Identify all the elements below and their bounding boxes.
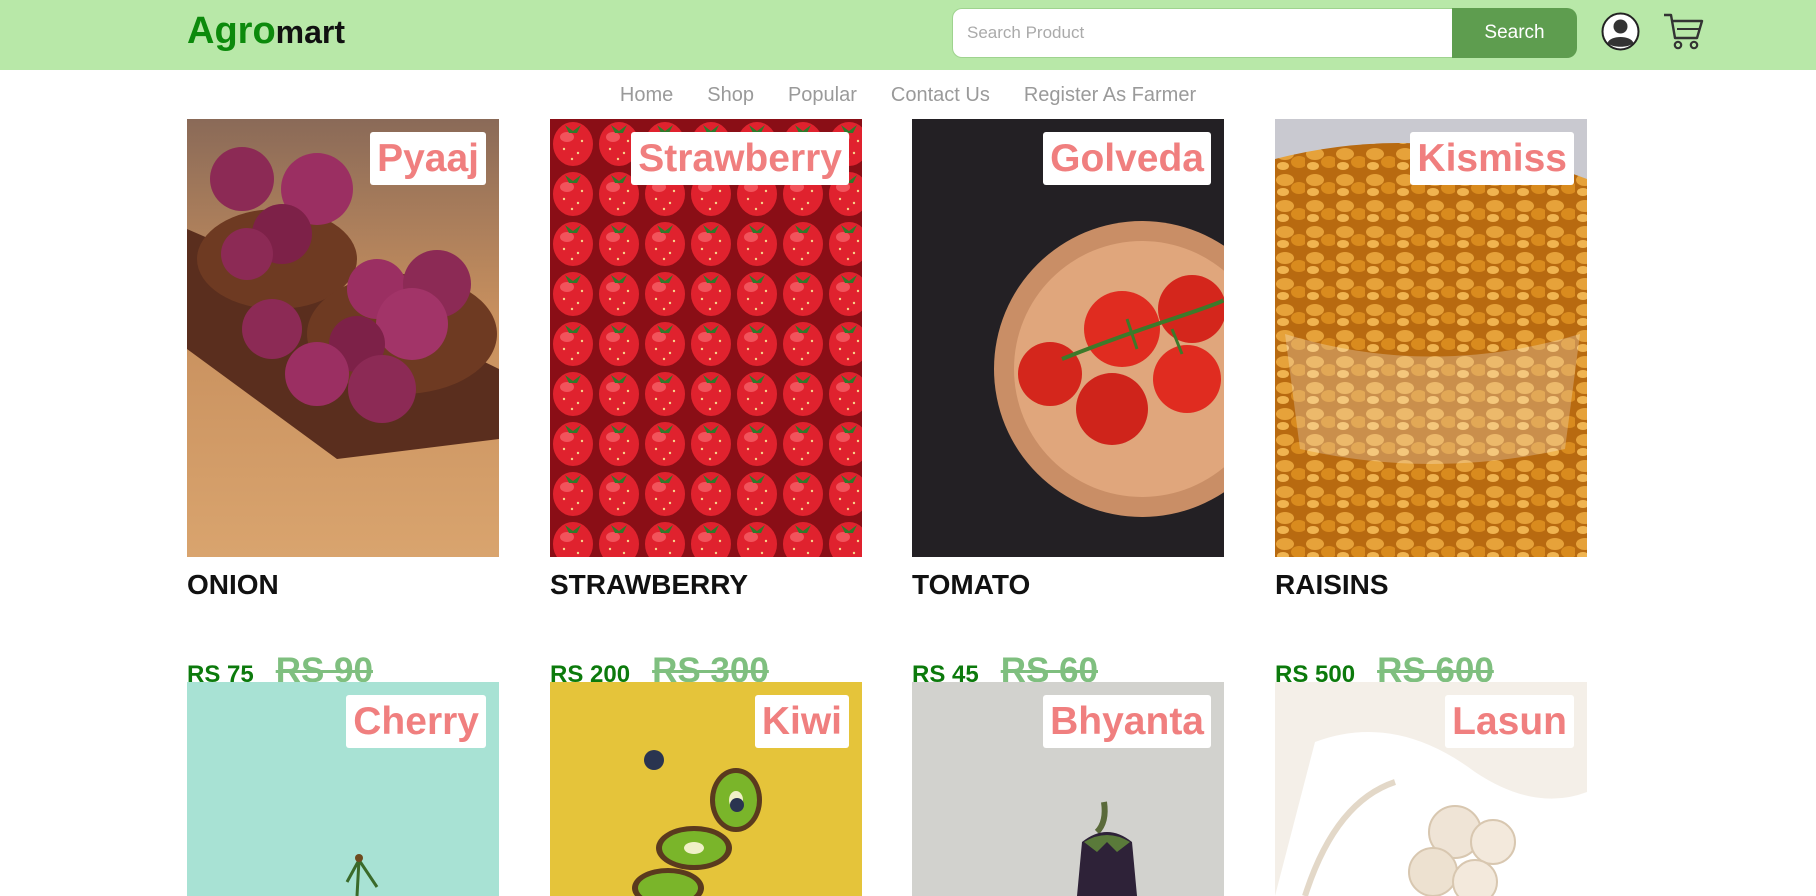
logo-mart: mart	[275, 14, 346, 50]
product-tag-onion: Pyaaj	[370, 132, 486, 185]
product-name-onion[interactable]: ONION	[187, 569, 279, 601]
nav-contact-us[interactable]: Contact Us	[891, 80, 990, 110]
product-tag-kiwi: Kiwi	[754, 695, 849, 748]
site-logo[interactable]: Agromart	[187, 7, 345, 56]
user-circle-icon[interactable]	[1601, 12, 1640, 51]
nav-shop[interactable]: Shop	[707, 80, 754, 110]
logo-agro: Agro	[187, 10, 276, 52]
top-header: Agromart Search	[0, 0, 1816, 70]
product-tag-raisins: Kismiss	[1410, 132, 1574, 185]
search-button[interactable]: Search	[1452, 8, 1577, 58]
search-input[interactable]	[952, 8, 1452, 58]
nav-register-farmer[interactable]: Register As Farmer	[1024, 80, 1196, 110]
product-tag-strawberry: Strawberry	[631, 132, 849, 185]
product-name-tomato[interactable]: TOMATO	[912, 569, 1030, 601]
cart-icon[interactable]	[1663, 11, 1705, 51]
product-tag-eggplant: Bhyanta	[1043, 695, 1211, 748]
nav-popular[interactable]: Popular	[788, 80, 857, 110]
product-name-strawberry[interactable]: STRAWBERRY	[550, 569, 748, 601]
main-nav: Home Shop Popular Contact Us Register As Far…	[0, 80, 1816, 110]
product-tag-tomato: Golveda	[1043, 132, 1211, 185]
nav-home[interactable]: Home	[620, 80, 673, 110]
product-tag-garlic: Lasun	[1445, 695, 1574, 748]
product-name-raisins[interactable]: RAISINS	[1275, 569, 1389, 601]
product-tag-cherry: Cherry	[346, 695, 486, 748]
